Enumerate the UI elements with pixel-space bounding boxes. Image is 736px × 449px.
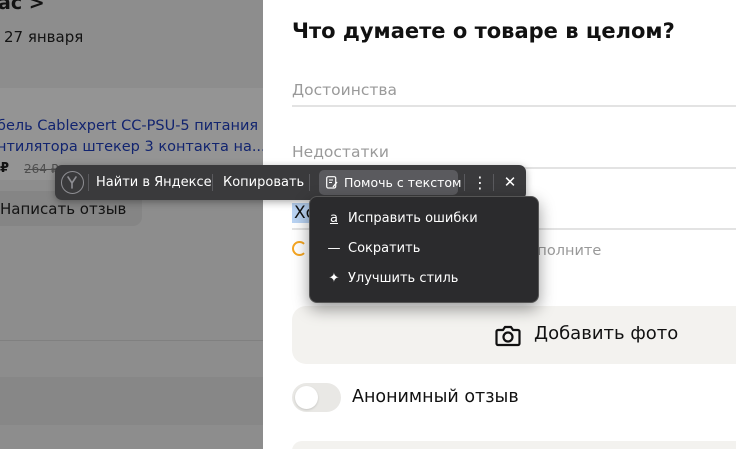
help-with-text-button[interactable]: Помочь с текстом	[319, 170, 462, 195]
pros-underline	[292, 105, 736, 107]
toolbar-separator	[464, 174, 465, 191]
close-icon[interactable]: ✕	[501, 173, 519, 192]
toolbar-separator	[309, 174, 310, 191]
add-photo-label: Добавить фото	[534, 323, 679, 344]
menu-item-label: Сократить	[348, 241, 421, 256]
camera-icon	[495, 325, 521, 347]
bottom-button-stub[interactable]	[292, 441, 736, 449]
toolbar-separator	[493, 174, 494, 191]
shorten-icon: —	[327, 241, 341, 256]
menu-item-improve-style[interactable]: ✦ Улучшить стиль	[310, 266, 538, 294]
cons-placeholder: Недостатки	[292, 143, 389, 161]
panel-title: Что думаете о товаре в целом?	[292, 19, 675, 43]
more-options-icon[interactable]: ⋮	[472, 173, 488, 192]
anonymous-label: Анонимный отзыв	[352, 387, 519, 407]
copy-button[interactable]: Копировать	[223, 172, 304, 193]
toggle-knob	[295, 386, 318, 409]
progress-ring-icon	[292, 241, 307, 256]
cons-field[interactable]: Недостатки	[292, 143, 736, 169]
pros-field[interactable]: Достоинства	[292, 81, 736, 107]
spellcheck-icon: a	[330, 211, 338, 226]
menu-item-label: Исправить ошибки	[348, 211, 478, 226]
menu-item-fix-errors[interactable]: a Исправить ошибки	[310, 206, 538, 234]
background-page: ас > 27 января бель Cablexpert CC-PSU-5 …	[0, 0, 263, 449]
help-with-text-label: Помочь с текстом	[344, 175, 462, 190]
sparkle-icon: ✦	[328, 271, 340, 286]
menu-item-shorten[interactable]: — Сократить	[310, 236, 538, 264]
toolbar-separator	[212, 174, 213, 191]
search-in-yandex-button[interactable]: Найти в Яндексе	[96, 172, 212, 193]
toolbar-separator	[88, 174, 89, 191]
edit-note-icon	[326, 176, 338, 189]
anonymous-toggle[interactable]	[292, 383, 341, 412]
add-photo-button[interactable]: Добавить фото	[292, 306, 736, 364]
modal-overlay[interactable]	[0, 0, 263, 449]
pros-placeholder: Достоинства	[292, 81, 398, 99]
yandex-browser-logo-icon	[61, 171, 84, 194]
text-selection-toolbar: Найти в Яндексе Копировать Помочь с текс…	[55, 165, 526, 200]
menu-item-label: Улучшить стиль	[348, 271, 459, 286]
help-with-text-menu: a Исправить ошибки — Сократить ✦ Улучшит…	[309, 196, 539, 303]
